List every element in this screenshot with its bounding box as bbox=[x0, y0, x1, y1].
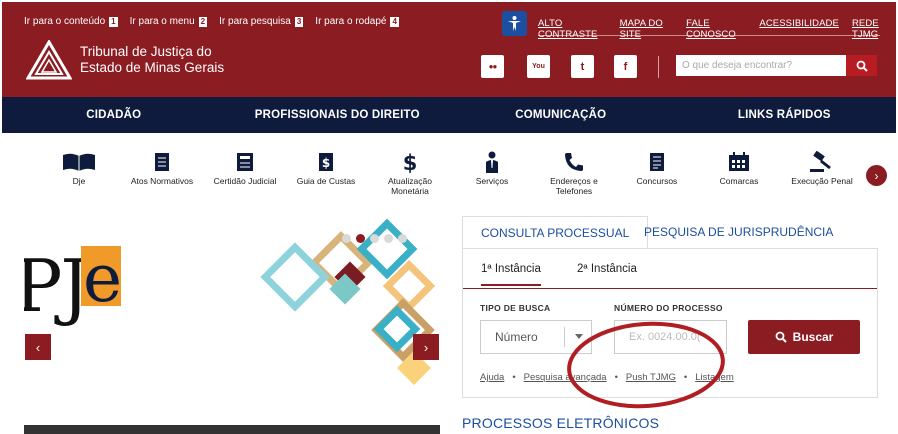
skip-link-footer[interactable]: Ir para o rodapé 4 bbox=[315, 16, 399, 27]
carousel-dot[interactable] bbox=[384, 234, 393, 243]
skip-link-menu[interactable]: Ir para o menu 2 bbox=[130, 16, 208, 27]
main-nav: CIDADÃO PROFISSIONAIS DO DIREITO COMUNIC… bbox=[2, 97, 896, 133]
chevron-left-icon: ‹ bbox=[35, 339, 41, 355]
book-icon bbox=[63, 153, 95, 171]
divider bbox=[538, 35, 880, 36]
site-header: Ir para o conteúdo 1 Ir para o menu 2 Ir p… bbox=[2, 2, 896, 97]
service-concursos[interactable]: Concursos bbox=[616, 151, 698, 186]
search-button[interactable] bbox=[846, 55, 877, 76]
document-icon bbox=[155, 153, 169, 171]
service-certidao-judicial[interactable]: Certidão Judicial bbox=[204, 151, 286, 186]
contact-link[interactable]: FALE CONOSCO bbox=[686, 18, 746, 40]
svg-text:$: $ bbox=[322, 156, 330, 170]
certificate-icon bbox=[237, 153, 253, 171]
banner-text: PJ bbox=[24, 244, 89, 328]
triangle-logo-icon bbox=[26, 40, 72, 80]
logo-line-1: Tribunal de Justiça do bbox=[80, 44, 212, 59]
service-enderecos-telefones[interactable]: Endereços e Telefones bbox=[533, 151, 615, 196]
tab-segunda-instancia[interactable]: 2ª Instância bbox=[577, 263, 637, 275]
site-map-link[interactable]: MAPA DO SITE bbox=[620, 18, 674, 40]
services-next-button[interactable]: › bbox=[866, 165, 887, 186]
service-execucao-penal[interactable]: Execução Penal bbox=[781, 151, 863, 186]
skip-links: Ir para o conteúdo 1 Ir para o menu 2 Ir p… bbox=[24, 16, 399, 27]
tab-consulta-processual[interactable]: CONSULTA PROCESSUAL bbox=[462, 216, 649, 248]
nav-item-profissionais[interactable]: PROFISSIONAIS DO DIREITO bbox=[226, 97, 450, 133]
nav-item-links-rapidos[interactable]: LINKS RÁPIDOS bbox=[673, 97, 897, 133]
service-atualizacao-monetaria[interactable]: $ Atualização Monetária bbox=[369, 151, 451, 196]
services-carousel: Dje Atos Normativos Certidão Judicial $ … bbox=[24, 143, 878, 203]
svg-text:$: $ bbox=[403, 151, 418, 173]
tipo-busca-label: TIPO DE BUSCA bbox=[480, 303, 551, 313]
flickr-icon[interactable]: ●● bbox=[481, 55, 504, 78]
list-document-icon bbox=[650, 153, 664, 171]
site-logo[interactable]: Tribunal de Justiça do Estado de Minas G… bbox=[26, 40, 224, 80]
section-title: PROCESSOS ELETRÔNICOS bbox=[462, 415, 660, 431]
banner-prev-button[interactable]: ‹ bbox=[25, 334, 51, 360]
nav-item-comunicacao[interactable]: COMUNICAÇÃO bbox=[449, 97, 673, 133]
service-guia-de-custas[interactable]: $ Guia de Custas bbox=[285, 151, 367, 186]
search-input[interactable]: O que deseja encontrar? bbox=[676, 55, 846, 76]
accessibility-icon[interactable] bbox=[502, 11, 527, 36]
banner-carousel: PJ e ‹ › bbox=[24, 216, 440, 434]
facebook-icon[interactable]: f bbox=[614, 55, 637, 78]
skip-link-search[interactable]: Ir para pesquisa 3 bbox=[219, 16, 304, 27]
search-icon bbox=[775, 331, 787, 343]
numero-processo-label: NÚMERO DO PROCESSO bbox=[614, 303, 723, 313]
twitter-icon[interactable]: t bbox=[571, 55, 594, 78]
carousel-dot[interactable] bbox=[370, 234, 379, 243]
banner-next-button[interactable]: › bbox=[413, 334, 439, 360]
service-servicos[interactable]: Serviços bbox=[451, 151, 533, 186]
ajuda-link[interactable]: Ajuda bbox=[480, 372, 504, 383]
search-icon bbox=[856, 60, 868, 72]
youtube-icon[interactable]: You bbox=[527, 55, 550, 78]
search-tabs: CONSULTA PROCESSUAL PESQUISA DE JURISPRU… bbox=[462, 216, 878, 248]
phone-icon bbox=[565, 153, 583, 171]
chevron-right-icon: › bbox=[874, 168, 879, 183]
chevron-right-icon: › bbox=[423, 339, 429, 355]
high-contrast-link[interactable]: ALTO CONTRASTE bbox=[538, 18, 607, 40]
banner-caption-bar bbox=[24, 425, 440, 434]
carousel-dots bbox=[342, 234, 407, 243]
service-dje[interactable]: Dje bbox=[38, 151, 120, 186]
nav-item-cidadao[interactable]: CIDADÃO bbox=[2, 97, 226, 133]
carousel-dot-active[interactable] bbox=[356, 234, 365, 243]
utility-links: ALTO CONTRASTE MAPA DO SITE FALE CONOSCO… bbox=[538, 18, 896, 40]
tab-pesquisa-jurisprudencia[interactable]: PESQUISA DE JURISPRUDÊNCIA bbox=[644, 216, 833, 248]
dollar-document-icon: $ bbox=[319, 153, 333, 171]
banner-logo-e: e bbox=[81, 240, 123, 317]
banner-decoration bbox=[260, 218, 436, 385]
carousel-dot[interactable] bbox=[398, 234, 407, 243]
calendar-icon bbox=[729, 152, 749, 171]
annotation-ellipse bbox=[567, 321, 725, 409]
divider bbox=[658, 56, 659, 78]
instance-tabs: 1ª Instância 2ª Instância bbox=[463, 249, 877, 289]
gavel-icon bbox=[810, 151, 831, 172]
buscar-button[interactable]: Buscar bbox=[748, 320, 860, 354]
tab-primeira-instancia[interactable]: 1ª Instância bbox=[481, 263, 541, 286]
rede-tjmg-link[interactable]: REDE TJMG bbox=[852, 18, 896, 40]
accessibility-link[interactable]: ACESSIBILIDADE bbox=[759, 18, 839, 40]
logo-line-2: Estado de Minas Gerais bbox=[80, 60, 225, 75]
carousel-dot[interactable] bbox=[342, 234, 351, 243]
dollar-icon: $ bbox=[403, 151, 418, 173]
service-atos-normativos[interactable]: Atos Normativos bbox=[121, 151, 203, 186]
service-comarcas[interactable]: Comarcas bbox=[698, 151, 780, 186]
person-icon bbox=[486, 151, 498, 173]
skip-link-content[interactable]: Ir para o conteúdo 1 bbox=[24, 16, 118, 27]
